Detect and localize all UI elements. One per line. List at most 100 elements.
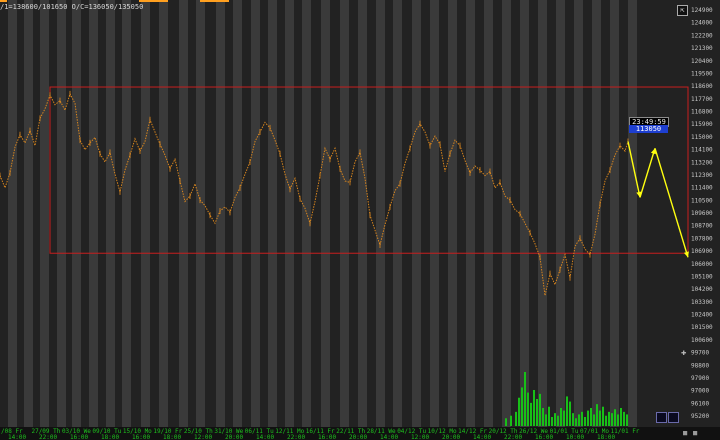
crosshair-icon[interactable]: ✚: [681, 348, 686, 358]
forecast-path: [627, 141, 689, 258]
session-band: [628, 0, 637, 427]
trading-chart[interactable]: 124900 124000 122200 121300 120400 119500 1186…: [0, 0, 720, 440]
session-band: [466, 0, 475, 427]
volume-bar: [599, 410, 601, 426]
price-axis-label: 109600: [691, 210, 713, 217]
volume-bar: [518, 397, 520, 426]
price-axis-label: 112300: [691, 172, 713, 179]
session-band: [57, 0, 66, 427]
price-axis-label: 124900: [691, 7, 713, 14]
price-axis-label: 118600: [691, 83, 713, 90]
time-axis-label: 20:00: [349, 434, 367, 440]
time-axis-label: 14:00: [473, 434, 491, 440]
price-axis-label: 111400: [691, 185, 713, 192]
session-band: [574, 0, 583, 427]
top-highlight-bar: [139, 0, 168, 2]
volume-bar: [572, 413, 574, 426]
session-band: [159, 0, 168, 427]
time-axis-label: 16:00: [132, 434, 150, 440]
time-axis-label: 18:00: [163, 434, 181, 440]
forecast-segment: [654, 148, 689, 258]
forecast-segment: [639, 148, 656, 198]
session-band: [179, 0, 188, 427]
session-band: [233, 0, 242, 427]
chart-canvas[interactable]: 124900 124000 122200 121300 120400 119500 1186…: [0, 0, 720, 440]
volume-bar: [542, 408, 544, 426]
price-axis-label: 95200: [691, 413, 709, 420]
volume-bar: [587, 410, 589, 426]
price-axis-label: 122200: [691, 32, 713, 39]
session-band: [376, 0, 385, 427]
nav-box-icon[interactable]: [656, 412, 667, 423]
session-band: [24, 0, 33, 427]
volume-bar: [527, 392, 529, 426]
price-axis-label: 97000: [691, 388, 709, 395]
price-axis-label: 114100: [691, 147, 713, 154]
time-axis-label: 10:00: [566, 434, 584, 440]
time-axis-label: 22:00: [504, 434, 522, 440]
price-axis-label: 107800: [691, 235, 713, 242]
price-axis-label: 113200: [691, 159, 713, 166]
time-axis-label: 14:00: [256, 434, 274, 440]
volume-bar: [590, 408, 592, 426]
date-axis: /08 Fr 27/09 Th 03/10 We 09/10 Tu 15/10 Mo 19…: [0, 427, 720, 440]
volume-bar: [563, 410, 565, 426]
time-axis-label: 14:00: [380, 434, 398, 440]
price-axis-label: 96100: [691, 400, 709, 407]
volume-bar: [593, 414, 595, 426]
session-band: [89, 0, 98, 427]
volume-bar: [566, 396, 568, 426]
price-axis-label: 115000: [691, 134, 713, 141]
price-axis: 124900 124000 122200 121300 120400 119500 1186…: [691, 7, 713, 420]
volume-bar: [602, 406, 604, 426]
scroll-right-icon[interactable]: ■: [693, 429, 697, 437]
price-axis-label: 120400: [691, 58, 713, 65]
nav-box-icon[interactable]: [668, 412, 679, 423]
session-band: [141, 0, 150, 427]
price-axis-label: 121300: [691, 45, 713, 52]
volume-bar: [505, 418, 507, 426]
time-axis-label: 14:00: [8, 434, 26, 440]
volume-bar: [533, 390, 535, 426]
session-band: [538, 0, 547, 427]
scroll-left-icon[interactable]: ■: [683, 429, 687, 437]
session-band: [556, 0, 565, 427]
volume-bar: [617, 414, 619, 426]
volume-bar: [551, 417, 553, 426]
resize-corner-icon[interactable]: ⇱: [677, 5, 688, 16]
volume-bar: [545, 414, 547, 426]
price-axis-label: 110500: [691, 197, 713, 204]
time-axis-label: 16:00: [535, 434, 553, 440]
volume-bar: [560, 408, 562, 426]
price-axis-label: 103300: [691, 299, 713, 306]
time-axis-label: 20:00: [225, 434, 243, 440]
volume-bar: [578, 414, 580, 426]
session-band: [216, 0, 225, 427]
price-axis-label: 106900: [691, 248, 713, 255]
session-band: [8, 0, 17, 427]
session-band: [40, 0, 49, 427]
session-band: [358, 0, 367, 427]
session-band: [448, 0, 457, 427]
session-band: [430, 0, 439, 427]
volume-bar: [530, 402, 532, 426]
session-band: [393, 0, 402, 427]
session-band: [122, 0, 131, 427]
time-axis-label: 18:00: [101, 434, 119, 440]
price-axis-label: 101500: [691, 324, 713, 331]
time-axis-label: 22:00: [287, 434, 305, 440]
top-highlight-bar: [0, 0, 7, 2]
session-band: [251, 0, 260, 427]
time-axis-label: 16:00: [318, 434, 336, 440]
session-band: [340, 0, 349, 427]
price-axis-label: 102400: [691, 312, 713, 319]
volume-bar: [596, 404, 598, 426]
price-axis-label: 117700: [691, 96, 713, 103]
price-axis-label: 119500: [691, 70, 713, 77]
time-axis-label: 16:00: [70, 434, 88, 440]
volume-bar: [581, 411, 583, 426]
price-axis-label: 116800: [691, 109, 713, 116]
session-band: [412, 0, 421, 427]
time-axis-label: 12:00: [411, 434, 429, 440]
top-highlight-bar: [200, 0, 229, 2]
